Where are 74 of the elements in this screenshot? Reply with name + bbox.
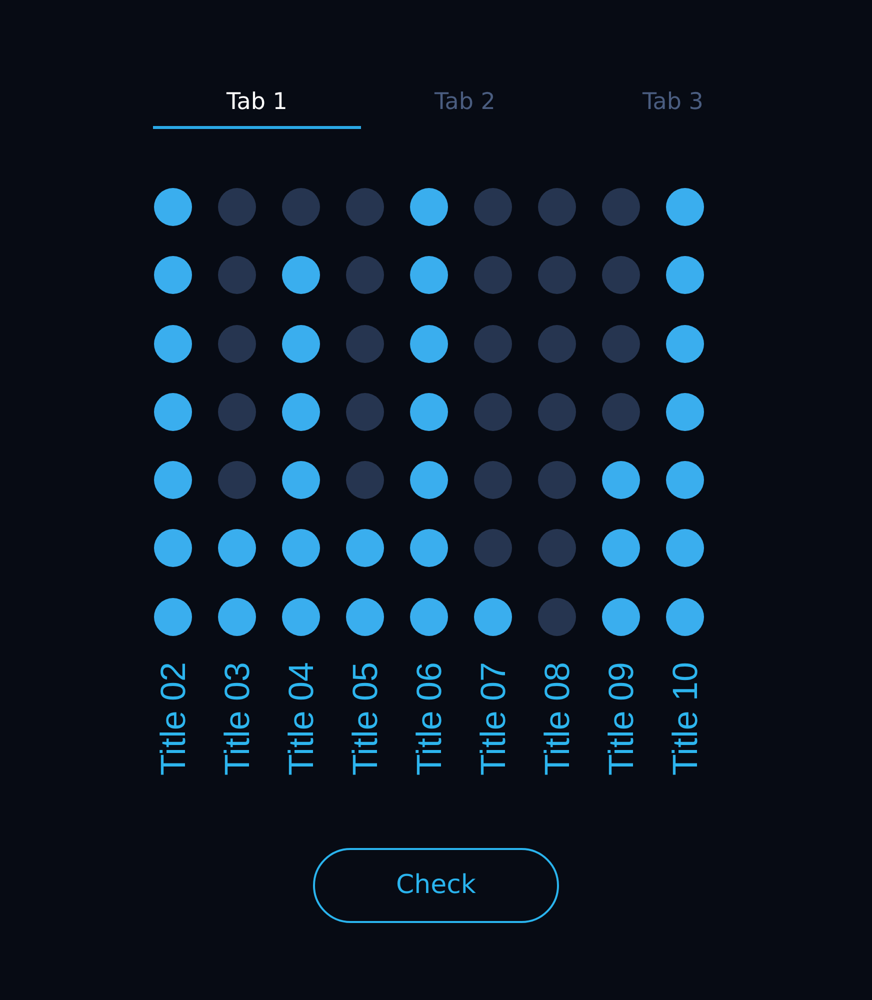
- dot-icon[interactable]: [410, 529, 448, 568]
- dot-icon[interactable]: [218, 598, 256, 636]
- dot-icon[interactable]: [346, 188, 384, 226]
- dot-icon[interactable]: [538, 392, 576, 431]
- dot-icon[interactable]: [666, 461, 704, 500]
- dot-icon[interactable]: [346, 529, 384, 568]
- dot-icon[interactable]: [410, 256, 448, 294]
- dot-icon[interactable]: [282, 188, 320, 226]
- dot-icon[interactable]: [154, 598, 192, 636]
- column-label: Title 03: [220, 662, 254, 776]
- column-label: Title 10: [668, 662, 702, 776]
- dot-icon[interactable]: [602, 461, 640, 500]
- check-button[interactable]: Check: [313, 848, 559, 923]
- dot-icon[interactable]: [346, 461, 384, 500]
- dot-icon[interactable]: [410, 324, 448, 363]
- dot-icon[interactable]: [602, 188, 640, 226]
- dot-icon[interactable]: [154, 461, 192, 500]
- column-label: Title 04: [284, 662, 318, 776]
- dot-icon[interactable]: [474, 529, 512, 568]
- dot-icon[interactable]: [602, 324, 640, 363]
- dot-icon[interactable]: [474, 188, 512, 226]
- column-label: Title 09: [604, 662, 638, 776]
- dot-icon[interactable]: [346, 256, 384, 294]
- dot-icon[interactable]: [538, 188, 576, 226]
- column-label: Title 08: [540, 662, 574, 776]
- column-label: Title 07: [476, 662, 510, 776]
- dot-icon[interactable]: [474, 256, 512, 294]
- dot-icon[interactable]: [218, 324, 256, 363]
- dot-icon[interactable]: [538, 256, 576, 294]
- dot-icon[interactable]: [538, 324, 576, 363]
- dot-icon[interactable]: [538, 598, 576, 636]
- column-label: Title 05: [348, 662, 382, 776]
- dot-icon[interactable]: [666, 324, 704, 363]
- dot-icon[interactable]: [538, 529, 576, 568]
- dot-icon[interactable]: [602, 598, 640, 636]
- dot-icon[interactable]: [666, 256, 704, 294]
- dot-icon[interactable]: [282, 598, 320, 636]
- dot-icon[interactable]: [346, 598, 384, 636]
- column-label: Title 02: [156, 662, 190, 776]
- dot-icon[interactable]: [218, 188, 256, 226]
- dot-icon[interactable]: [474, 392, 512, 431]
- dot-icon[interactable]: [666, 392, 704, 431]
- dot-icon[interactable]: [154, 256, 192, 294]
- dot-icon[interactable]: [666, 529, 704, 568]
- dot-icon[interactable]: [218, 461, 256, 500]
- dot-icon[interactable]: [218, 529, 256, 568]
- dot-icon[interactable]: [154, 324, 192, 363]
- dot-icon[interactable]: [410, 598, 448, 636]
- dot-icon[interactable]: [282, 324, 320, 363]
- dot-icon[interactable]: [410, 188, 448, 226]
- dot-icon[interactable]: [474, 324, 512, 363]
- dot-icon[interactable]: [218, 256, 256, 294]
- dot-icon[interactable]: [666, 598, 704, 636]
- tab[interactable]: Tab 1: [153, 78, 361, 129]
- dot-icon[interactable]: [346, 392, 384, 431]
- dot-icon[interactable]: [282, 256, 320, 294]
- dot-icon[interactable]: [410, 461, 448, 500]
- dot-icon[interactable]: [602, 529, 640, 568]
- dot-icon[interactable]: [154, 188, 192, 226]
- dot-icon[interactable]: [282, 392, 320, 431]
- dot-icon[interactable]: [282, 529, 320, 568]
- dot-icon[interactable]: [474, 598, 512, 636]
- dot-icon[interactable]: [282, 461, 320, 500]
- dot-icon[interactable]: [666, 188, 704, 226]
- dot-icon[interactable]: [218, 392, 256, 431]
- dot-icon[interactable]: [538, 461, 576, 500]
- column-label: Title 06: [412, 662, 446, 776]
- dot-icon[interactable]: [602, 392, 640, 431]
- dot-icon[interactable]: [346, 324, 384, 363]
- dot-icon[interactable]: [602, 256, 640, 294]
- dot-icon[interactable]: [154, 392, 192, 431]
- dot-icon[interactable]: [410, 392, 448, 431]
- dot-icon[interactable]: [154, 529, 192, 568]
- dot-icon[interactable]: [474, 461, 512, 500]
